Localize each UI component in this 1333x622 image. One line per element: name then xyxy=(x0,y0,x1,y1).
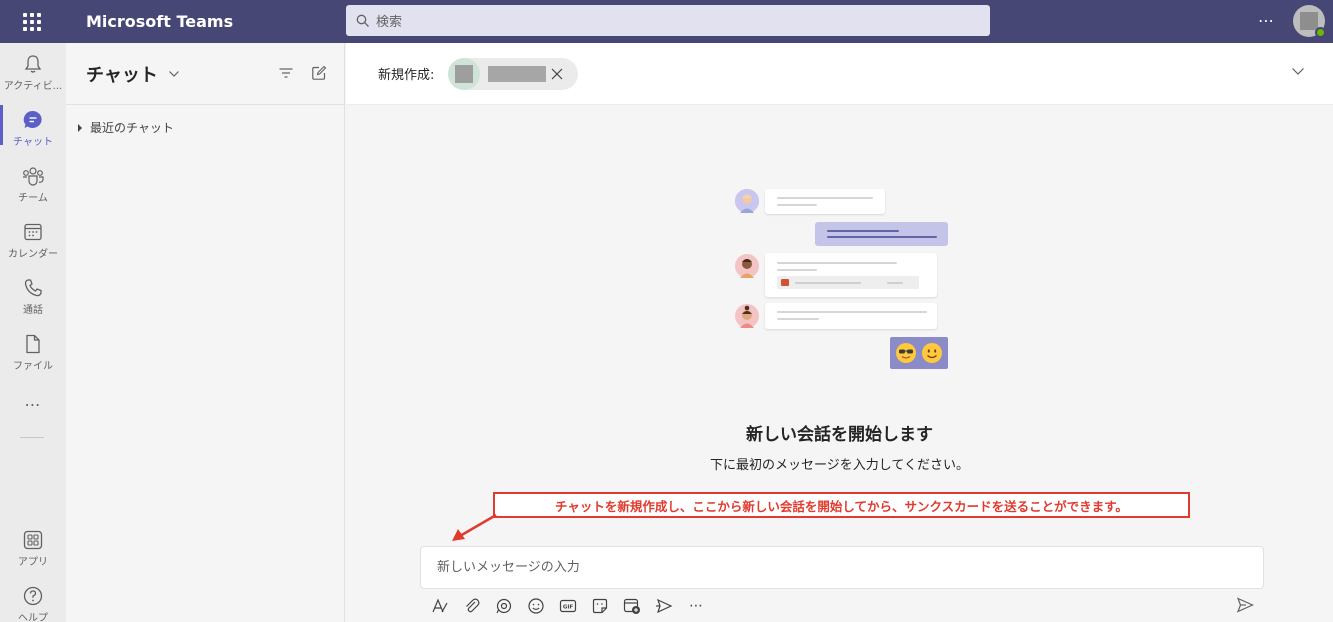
attach-button[interactable] xyxy=(456,594,488,618)
rail-label-files: ファイル xyxy=(13,361,53,372)
message-input[interactable] xyxy=(437,560,1263,575)
chevron-down-icon[interactable] xyxy=(168,70,180,78)
close-icon[interactable] xyxy=(550,67,564,81)
message-bubble xyxy=(765,189,885,214)
chat-list-title[interactable]: チャット xyxy=(86,61,158,87)
empty-state-title: 新しい会話を開始します xyxy=(746,425,933,445)
rail-label-help: ヘルプ xyxy=(18,613,48,622)
presence-available-icon xyxy=(1315,27,1326,38)
schedule-meeting-button[interactable] xyxy=(616,594,648,618)
caret-right-icon xyxy=(78,123,82,132)
app-launcher-button[interactable] xyxy=(0,0,64,43)
annotation-callout: チャットを新規作成し、ここから新しい会話を開始してから、サンクスカードを送ること… xyxy=(493,492,1190,518)
calendar-icon xyxy=(24,223,42,241)
chat-list-header: チャット xyxy=(66,43,344,105)
chat-icon xyxy=(23,110,42,128)
more-apps-button[interactable]: ⋯ xyxy=(0,395,66,414)
sunglasses-emoji-icon xyxy=(896,343,916,363)
search-box[interactable]: 検索 xyxy=(346,5,990,36)
user-avatar[interactable] xyxy=(1293,5,1326,38)
new-chat-header: 新規作成: xyxy=(346,43,1333,105)
person-avatar-illustration xyxy=(735,189,759,213)
rail-item-chat[interactable]: チャット xyxy=(0,99,66,151)
format-icon xyxy=(432,598,448,613)
phone-icon xyxy=(24,279,42,297)
teams-icon xyxy=(23,167,44,186)
emoji-reaction-illustration xyxy=(890,337,948,369)
sticker-button[interactable] xyxy=(584,594,616,618)
recent-chats-section[interactable]: 最近のチャット xyxy=(66,119,344,136)
chat-list-panel: チャット 最近のチャット xyxy=(66,43,345,622)
rail-label-teams: チーム xyxy=(18,193,48,204)
rail-item-help[interactable]: ヘルプ xyxy=(0,575,66,622)
paperclip-icon xyxy=(466,598,480,613)
rail-item-teams[interactable]: チーム xyxy=(0,155,66,207)
settings-more-button[interactable]: ⋯ xyxy=(1258,11,1275,30)
send-button[interactable] xyxy=(1236,596,1254,618)
search-icon xyxy=(356,14,369,27)
calendar-add-icon xyxy=(623,598,640,614)
recipient-name-redacted xyxy=(488,65,547,82)
help-icon xyxy=(23,586,43,606)
rail-item-files[interactable]: ファイル xyxy=(0,323,66,375)
message-bubble-self xyxy=(815,222,948,246)
person-avatar-illustration xyxy=(735,304,759,328)
rail-item-apps[interactable]: アプリ xyxy=(0,519,66,571)
recent-chats-label: 最近のチャット xyxy=(90,121,174,135)
app-title: Microsoft Teams xyxy=(86,12,234,31)
format-button[interactable] xyxy=(424,594,456,618)
bell-icon xyxy=(24,55,42,73)
loop-icon xyxy=(496,598,512,614)
gif-button[interactable]: GIF xyxy=(552,594,584,618)
new-chat-icon[interactable] xyxy=(311,65,327,81)
person-avatar-illustration xyxy=(735,254,759,278)
more-options-button[interactable]: ⋯ xyxy=(680,594,712,618)
sticker-icon xyxy=(592,598,608,614)
compose-toolbar: GIF ⋯ xyxy=(424,594,712,618)
recipient-avatar xyxy=(448,57,481,90)
more-options-label: ⋯ xyxy=(689,598,703,614)
gif-icon: GIF xyxy=(559,599,577,613)
rail-label-apps: アプリ xyxy=(18,557,48,568)
emoji-button[interactable] xyxy=(520,594,552,618)
loop-button[interactable] xyxy=(488,594,520,618)
annotation-arrow-icon xyxy=(452,513,497,541)
expand-chevron-icon[interactable] xyxy=(1291,67,1305,76)
rail-item-activity[interactable]: アクティビ... xyxy=(0,43,66,95)
waffle-icon xyxy=(23,12,41,31)
empty-state-illustration xyxy=(735,189,950,371)
message-bubble xyxy=(765,303,937,329)
rail-label-calendar: カレンダー xyxy=(8,249,58,260)
rail-label-chat: チャット xyxy=(13,137,53,148)
rail-divider xyxy=(20,437,44,438)
svg-text:GIF: GIF xyxy=(563,605,574,611)
send-stream-icon xyxy=(656,598,673,614)
rail-item-calendar[interactable]: カレンダー xyxy=(0,211,66,263)
rail-label-calls: 通話 xyxy=(23,305,43,316)
rail-label-activity: アクティビ... xyxy=(3,81,63,92)
app-bar: アクティビ... チャット チーム カレンダー 通話 ファイル ⋯ アプリ ヘル… xyxy=(0,43,66,622)
smile-emoji-icon xyxy=(922,343,942,363)
message-composer[interactable] xyxy=(420,546,1264,589)
filter-icon[interactable] xyxy=(278,66,294,80)
apps-icon xyxy=(23,530,43,550)
search-placeholder: 検索 xyxy=(376,15,403,30)
file-icon xyxy=(26,334,40,354)
conversation-area: 新規作成: 新しい会話を開始します 下に最初のメッセージを入力してください。 チ… xyxy=(346,43,1333,622)
empty-state-subtitle: 下に最初のメッセージを入力してください。 xyxy=(710,458,969,473)
top-bar: Microsoft Teams 検索 ⋯ xyxy=(0,0,1333,43)
recipient-chip[interactable] xyxy=(448,57,579,90)
emoji-icon xyxy=(528,598,544,614)
new-chat-label: 新規作成: xyxy=(378,68,435,83)
stream-button[interactable] xyxy=(648,594,680,618)
send-icon xyxy=(1236,597,1254,613)
message-bubble-with-file xyxy=(765,253,937,297)
rail-item-calls[interactable]: 通話 xyxy=(0,267,66,319)
